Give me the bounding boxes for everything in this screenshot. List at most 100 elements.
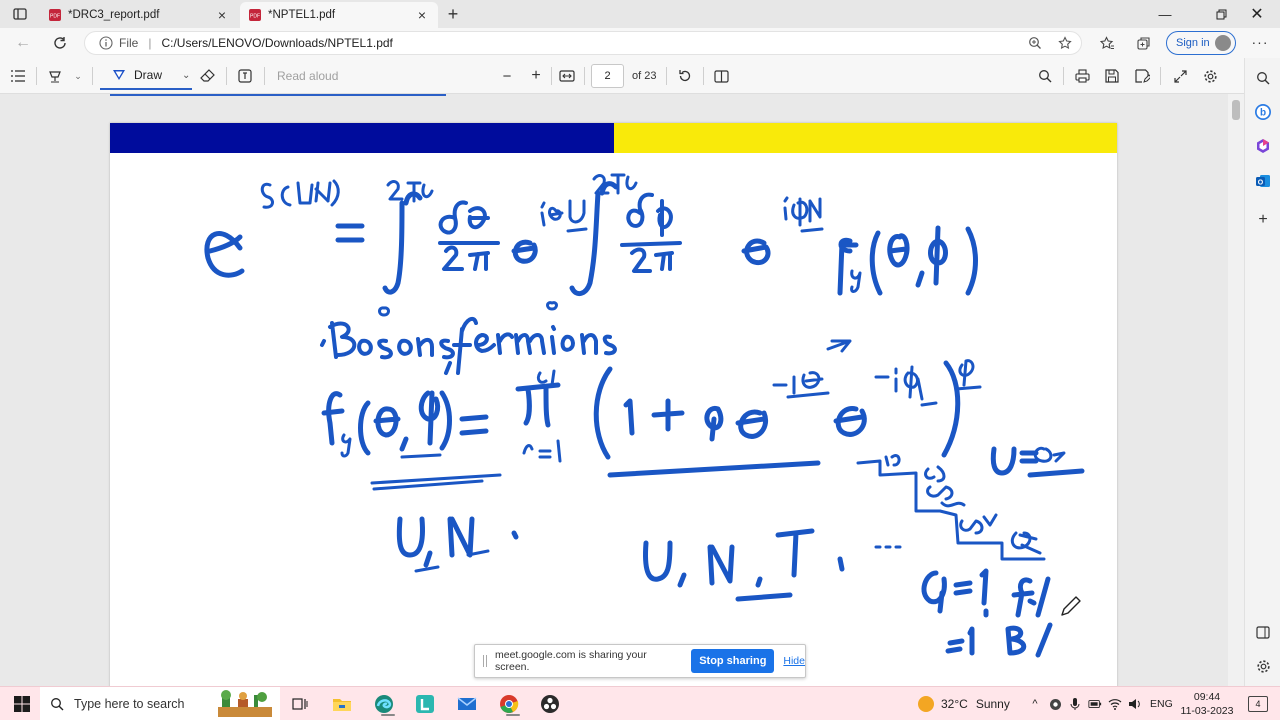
add-sidebar-app-icon[interactable]: + <box>1253 210 1273 230</box>
toolbar-divider <box>666 67 667 85</box>
address-bar[interactable]: File | C:/Users/LENOVO/Downloads/NPTEL1.… <box>84 31 1082 55</box>
input-language[interactable]: ENG <box>1150 698 1173 710</box>
zoom-in-icon[interactable]: + <box>526 66 546 86</box>
read-aloud-button[interactable]: Read aloud <box>277 69 338 83</box>
hide-banner-link[interactable]: Hide <box>783 655 805 667</box>
favorite-add-icon[interactable] <box>1056 34 1074 52</box>
save-as-icon[interactable] <box>1132 66 1152 86</box>
address-bar-row: ← File | C:/Users/LENOVO/Downloads/NPTEL… <box>0 28 1280 58</box>
draw-button[interactable]: Draw ⌄ <box>100 62 192 90</box>
outlook-icon[interactable]: O <box>1253 171 1273 191</box>
task-view-icon[interactable] <box>288 692 312 716</box>
hide-sidebar-icon[interactable] <box>1253 622 1273 642</box>
tab-drc3-report[interactable]: PDF *DRC3_report.pdf × <box>40 2 238 28</box>
save-icon[interactable] <box>1102 66 1122 86</box>
draw-pen-icon <box>113 70 125 80</box>
favorites-icon[interactable] <box>1098 34 1116 52</box>
scrollbar-thumb[interactable] <box>1232 100 1240 120</box>
zoom-out-icon[interactable]: − <box>497 66 517 86</box>
app-tray-icon[interactable] <box>1048 697 1062 711</box>
taskbar-search-box[interactable]: Type here to search <box>40 687 280 720</box>
svg-text:PDF: PDF <box>250 14 260 20</box>
obs-icon[interactable] <box>538 692 562 716</box>
highlight-icon[interactable] <box>45 66 65 86</box>
stop-sharing-button[interactable]: Stop sharing <box>691 649 775 673</box>
page-count-label: of 23 <box>632 70 657 82</box>
lens-app-icon[interactable] <box>413 692 437 716</box>
fit-to-page-icon[interactable] <box>557 66 577 86</box>
toolbar-divider <box>226 67 227 85</box>
bing-chat-icon[interactable]: b <box>1253 102 1273 122</box>
close-tab-icon[interactable]: × <box>414 7 430 23</box>
show-hidden-icons-icon[interactable]: ^ <box>1028 697 1042 711</box>
weather-widget[interactable]: 32°C Sunny <box>918 696 1010 712</box>
eraser-icon[interactable] <box>197 66 217 86</box>
close-window-icon[interactable]: ✕ <box>1234 0 1280 28</box>
tab-nptel1[interactable]: PDF *NPTEL1.pdf × <box>240 2 438 28</box>
svg-text:PDF: PDF <box>50 14 60 20</box>
drag-handle[interactable] <box>483 655 487 667</box>
settings-gear-icon[interactable] <box>1200 66 1220 86</box>
url-text[interactable]: C:/Users/LENOVO/Downloads/NPTEL1.pdf <box>161 36 392 50</box>
taskbar-clock[interactable]: 09:44 11-03-2023 <box>1180 690 1234 718</box>
workspaces-icon[interactable] <box>9 4 31 24</box>
add-text-icon[interactable] <box>235 66 255 86</box>
page-view-icon[interactable] <box>711 66 731 86</box>
windows-start-icon[interactable] <box>12 694 32 714</box>
avatar <box>1215 35 1231 51</box>
tab-title: *NPTEL1.pdf <box>268 9 336 21</box>
print-icon[interactable] <box>1072 66 1092 86</box>
tab-bar: PDF *DRC3_report.pdf × PDF *NPTEL1.pdf ×… <box>0 0 1280 28</box>
refresh-icon[interactable] <box>48 32 72 54</box>
pdf-viewport[interactable] <box>0 94 1244 686</box>
chevron-down-icon[interactable]: ⌄ <box>182 70 190 81</box>
search-placeholder: Type here to search <box>74 697 185 711</box>
chrome-icon[interactable] <box>497 692 521 716</box>
settings-gear-icon[interactable] <box>1253 656 1273 676</box>
pdf-page[interactable] <box>110 123 1117 686</box>
collections-icon[interactable] <box>1134 34 1152 52</box>
full-screen-icon[interactable] <box>1170 66 1190 86</box>
toolbar-divider <box>703 67 704 85</box>
table-of-contents-icon[interactable] <box>8 66 28 86</box>
more-menu-icon[interactable]: ··· <box>1250 34 1270 52</box>
info-icon[interactable] <box>99 36 113 50</box>
mail-icon[interactable] <box>455 692 479 716</box>
search-icon[interactable] <box>1253 68 1273 88</box>
office-icon[interactable] <box>1253 136 1273 156</box>
zoom-icon[interactable] <box>1026 34 1044 52</box>
vertical-scrollbar[interactable] <box>1228 94 1244 686</box>
pdf-toolbar: ⌄ Draw ⌄ Read aloud − + 2 of 23 <box>0 58 1244 94</box>
pdf-file-icon: PDF <box>49 9 61 21</box>
volume-icon[interactable] <box>1128 697 1142 711</box>
notification-center-icon[interactable]: 4 <box>1248 696 1268 712</box>
svg-text:b: b <box>1260 108 1266 119</box>
clock-time: 09:44 <box>1193 691 1221 703</box>
weather-temp: 32°C <box>941 697 968 711</box>
toolbar-divider <box>1063 67 1064 85</box>
page-number-input[interactable]: 2 <box>591 64 624 88</box>
wifi-icon[interactable] <box>1108 697 1122 711</box>
sign-in-label: Sign in <box>1176 37 1210 49</box>
weather-condition: Sunny <box>975 697 1010 711</box>
minimize-icon[interactable]: — <box>1142 0 1188 28</box>
file-explorer-icon[interactable] <box>330 692 354 716</box>
toolbar-divider <box>36 67 37 85</box>
loading-indicator <box>110 94 446 96</box>
scheme-label: File <box>119 36 139 50</box>
battery-icon[interactable] <box>1088 697 1102 711</box>
highlight-options-icon[interactable]: ⌄ <box>68 66 88 86</box>
rotate-icon[interactable] <box>675 66 695 86</box>
windows-taskbar: Type here to search 32°C Sunny ^ ENG 09:… <box>0 686 1280 720</box>
microphone-icon[interactable] <box>1068 697 1082 711</box>
search-icon[interactable] <box>1035 66 1055 86</box>
toolbar-divider <box>92 67 93 85</box>
back-icon[interactable]: ← <box>11 32 35 54</box>
toolbar-divider <box>584 67 585 85</box>
new-tab-icon[interactable]: + <box>442 4 464 24</box>
sign-in-button[interactable]: Sign in <box>1166 31 1236 55</box>
handwritten-annotation-drawing <box>204 173 1085 658</box>
edge-browser-icon[interactable] <box>372 692 396 716</box>
clock-date: 11-03-2023 <box>1180 705 1234 717</box>
close-tab-icon[interactable]: × <box>214 7 230 23</box>
